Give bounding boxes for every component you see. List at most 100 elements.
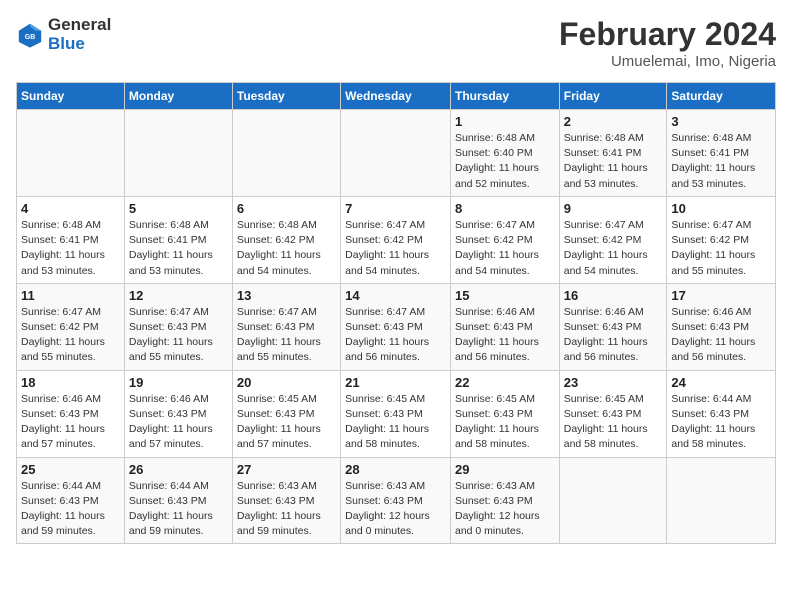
day-number: 27 [237, 462, 336, 477]
day-cell: 15 Sunrise: 6:46 AM Sunset: 6:43 PM Dayli… [450, 283, 559, 370]
day-info: Sunrise: 6:44 AM Sunset: 6:43 PM Dayligh… [129, 479, 228, 540]
day-info: Sunrise: 6:43 AM Sunset: 6:43 PM Dayligh… [237, 479, 336, 540]
day-number: 3 [671, 114, 771, 129]
day-cell: 11 Sunrise: 6:47 AM Sunset: 6:42 PM Dayli… [17, 283, 125, 370]
day-cell: 28 Sunrise: 6:43 AM Sunset: 6:43 PM Dayli… [341, 457, 451, 544]
day-number: 12 [129, 288, 228, 303]
svg-text:GB: GB [25, 34, 36, 41]
day-cell: 27 Sunrise: 6:43 AM Sunset: 6:43 PM Dayli… [232, 457, 340, 544]
day-info: Sunrise: 6:47 AM Sunset: 6:42 PM Dayligh… [564, 218, 663, 279]
page-header: GB General Blue February 2024 Umuelemai,… [16, 16, 776, 70]
day-info: Sunrise: 6:46 AM Sunset: 6:43 PM Dayligh… [564, 305, 663, 366]
day-cell: 10 Sunrise: 6:47 AM Sunset: 6:42 PM Dayli… [667, 196, 776, 283]
col-header-sunday: Sunday [17, 83, 125, 110]
day-cell [124, 110, 232, 197]
day-cell: 14Sunrise: 6:47 AM Sunset: 6:43 PM Dayli… [341, 283, 451, 370]
day-info: Sunrise: 6:46 AM Sunset: 6:43 PM Dayligh… [671, 305, 771, 366]
day-info: Sunrise: 6:45 AM Sunset: 6:43 PM Dayligh… [455, 392, 555, 453]
day-number: 11 [21, 288, 120, 303]
week-row-2: 4 Sunrise: 6:48 AM Sunset: 6:41 PM Daylig… [17, 196, 776, 283]
day-cell: 5 Sunrise: 6:48 AM Sunset: 6:41 PM Daylig… [124, 196, 232, 283]
day-number: 24 [671, 375, 771, 390]
day-number: 9 [564, 201, 663, 216]
day-info: Sunrise: 6:48 AM Sunset: 6:40 PM Dayligh… [455, 131, 555, 192]
day-number: 20 [237, 375, 336, 390]
day-info: Sunrise: 6:46 AM Sunset: 6:43 PM Dayligh… [455, 305, 555, 366]
day-cell [559, 457, 667, 544]
day-info: Sunrise: 6:47 AM Sunset: 6:42 PM Dayligh… [345, 218, 446, 279]
location: Umuelemai, Imo, Nigeria [559, 53, 776, 70]
day-cell: 6Sunrise: 6:48 AM Sunset: 6:42 PM Daylig… [232, 196, 340, 283]
day-info: Sunrise: 6:48 AM Sunset: 6:41 PM Dayligh… [129, 218, 228, 279]
day-number: 21 [345, 375, 446, 390]
day-cell [17, 110, 125, 197]
col-header-thursday: Thursday [450, 83, 559, 110]
day-cell: 19 Sunrise: 6:46 AM Sunset: 6:43 PM Dayli… [124, 370, 232, 457]
day-info: Sunrise: 6:46 AM Sunset: 6:43 PM Dayligh… [21, 392, 120, 453]
day-number: 13 [237, 288, 336, 303]
day-cell: 3 Sunrise: 6:48 AM Sunset: 6:41 PM Daylig… [667, 110, 776, 197]
week-row-3: 11 Sunrise: 6:47 AM Sunset: 6:42 PM Dayli… [17, 283, 776, 370]
day-number: 7 [345, 201, 446, 216]
day-cell: 17 Sunrise: 6:46 AM Sunset: 6:43 PM Dayli… [667, 283, 776, 370]
day-cell: 8Sunrise: 6:47 AM Sunset: 6:42 PM Daylig… [450, 196, 559, 283]
day-info: Sunrise: 6:47 AM Sunset: 6:42 PM Dayligh… [671, 218, 771, 279]
col-header-saturday: Saturday [667, 83, 776, 110]
day-number: 10 [671, 201, 771, 216]
day-number: 29 [455, 462, 555, 477]
logo-icon: GB [16, 21, 44, 49]
day-cell [667, 457, 776, 544]
day-info: Sunrise: 6:45 AM Sunset: 6:43 PM Dayligh… [237, 392, 336, 453]
day-cell [232, 110, 340, 197]
day-info: Sunrise: 6:47 AM Sunset: 6:43 PM Dayligh… [129, 305, 228, 366]
day-info: Sunrise: 6:46 AM Sunset: 6:43 PM Dayligh… [129, 392, 228, 453]
day-cell: 4 Sunrise: 6:48 AM Sunset: 6:41 PM Daylig… [17, 196, 125, 283]
col-header-monday: Monday [124, 83, 232, 110]
day-cell: 23Sunrise: 6:45 AM Sunset: 6:43 PM Dayli… [559, 370, 667, 457]
day-cell: 1 Sunrise: 6:48 AM Sunset: 6:40 PM Daylig… [450, 110, 559, 197]
week-row-5: 25Sunrise: 6:44 AM Sunset: 6:43 PM Dayli… [17, 457, 776, 544]
day-number: 18 [21, 375, 120, 390]
day-info: Sunrise: 6:48 AM Sunset: 6:41 PM Dayligh… [671, 131, 771, 192]
day-number: 2 [564, 114, 663, 129]
day-number: 16 [564, 288, 663, 303]
month-year: February 2024 [559, 16, 776, 53]
week-row-4: 18 Sunrise: 6:46 AM Sunset: 6:43 PM Dayli… [17, 370, 776, 457]
day-number: 17 [671, 288, 771, 303]
day-cell: 12 Sunrise: 6:47 AM Sunset: 6:43 PM Dayli… [124, 283, 232, 370]
day-number: 1 [455, 114, 555, 129]
day-number: 22 [455, 375, 555, 390]
calendar-table: SundayMondayTuesdayWednesdayThursdayFrid… [16, 82, 776, 544]
day-info: Sunrise: 6:47 AM Sunset: 6:42 PM Dayligh… [21, 305, 120, 366]
day-info: Sunrise: 6:43 AM Sunset: 6:43 PM Dayligh… [345, 479, 446, 540]
day-number: 4 [21, 201, 120, 216]
header-row: SundayMondayTuesdayWednesdayThursdayFrid… [17, 83, 776, 110]
day-number: 28 [345, 462, 446, 477]
day-number: 26 [129, 462, 228, 477]
day-cell: 22 Sunrise: 6:45 AM Sunset: 6:43 PM Dayli… [450, 370, 559, 457]
day-number: 6 [237, 201, 336, 216]
day-info: Sunrise: 6:48 AM Sunset: 6:41 PM Dayligh… [21, 218, 120, 279]
day-cell: 7 Sunrise: 6:47 AM Sunset: 6:42 PM Daylig… [341, 196, 451, 283]
day-info: Sunrise: 6:48 AM Sunset: 6:41 PM Dayligh… [564, 131, 663, 192]
day-info: Sunrise: 6:44 AM Sunset: 6:43 PM Dayligh… [671, 392, 771, 453]
day-info: Sunrise: 6:45 AM Sunset: 6:43 PM Dayligh… [345, 392, 446, 453]
day-cell: 29 Sunrise: 6:43 AM Sunset: 6:43 PM Dayli… [450, 457, 559, 544]
day-number: 5 [129, 201, 228, 216]
day-info: Sunrise: 6:47 AM Sunset: 6:43 PM Dayligh… [237, 305, 336, 366]
week-row-1: 1 Sunrise: 6:48 AM Sunset: 6:40 PM Daylig… [17, 110, 776, 197]
day-cell: 2 Sunrise: 6:48 AM Sunset: 6:41 PM Daylig… [559, 110, 667, 197]
day-number: 19 [129, 375, 228, 390]
day-info: Sunrise: 6:43 AM Sunset: 6:43 PM Dayligh… [455, 479, 555, 540]
day-cell [341, 110, 451, 197]
col-header-tuesday: Tuesday [232, 83, 340, 110]
day-cell: 25Sunrise: 6:44 AM Sunset: 6:43 PM Dayli… [17, 457, 125, 544]
col-header-friday: Friday [559, 83, 667, 110]
day-cell: 21 Sunrise: 6:45 AM Sunset: 6:43 PM Dayli… [341, 370, 451, 457]
day-number: 15 [455, 288, 555, 303]
logo-text: General Blue [48, 16, 111, 53]
col-header-wednesday: Wednesday [341, 83, 451, 110]
day-number: 8 [455, 201, 555, 216]
day-info: Sunrise: 6:44 AM Sunset: 6:43 PM Dayligh… [21, 479, 120, 540]
day-cell: 16 Sunrise: 6:46 AM Sunset: 6:43 PM Dayli… [559, 283, 667, 370]
